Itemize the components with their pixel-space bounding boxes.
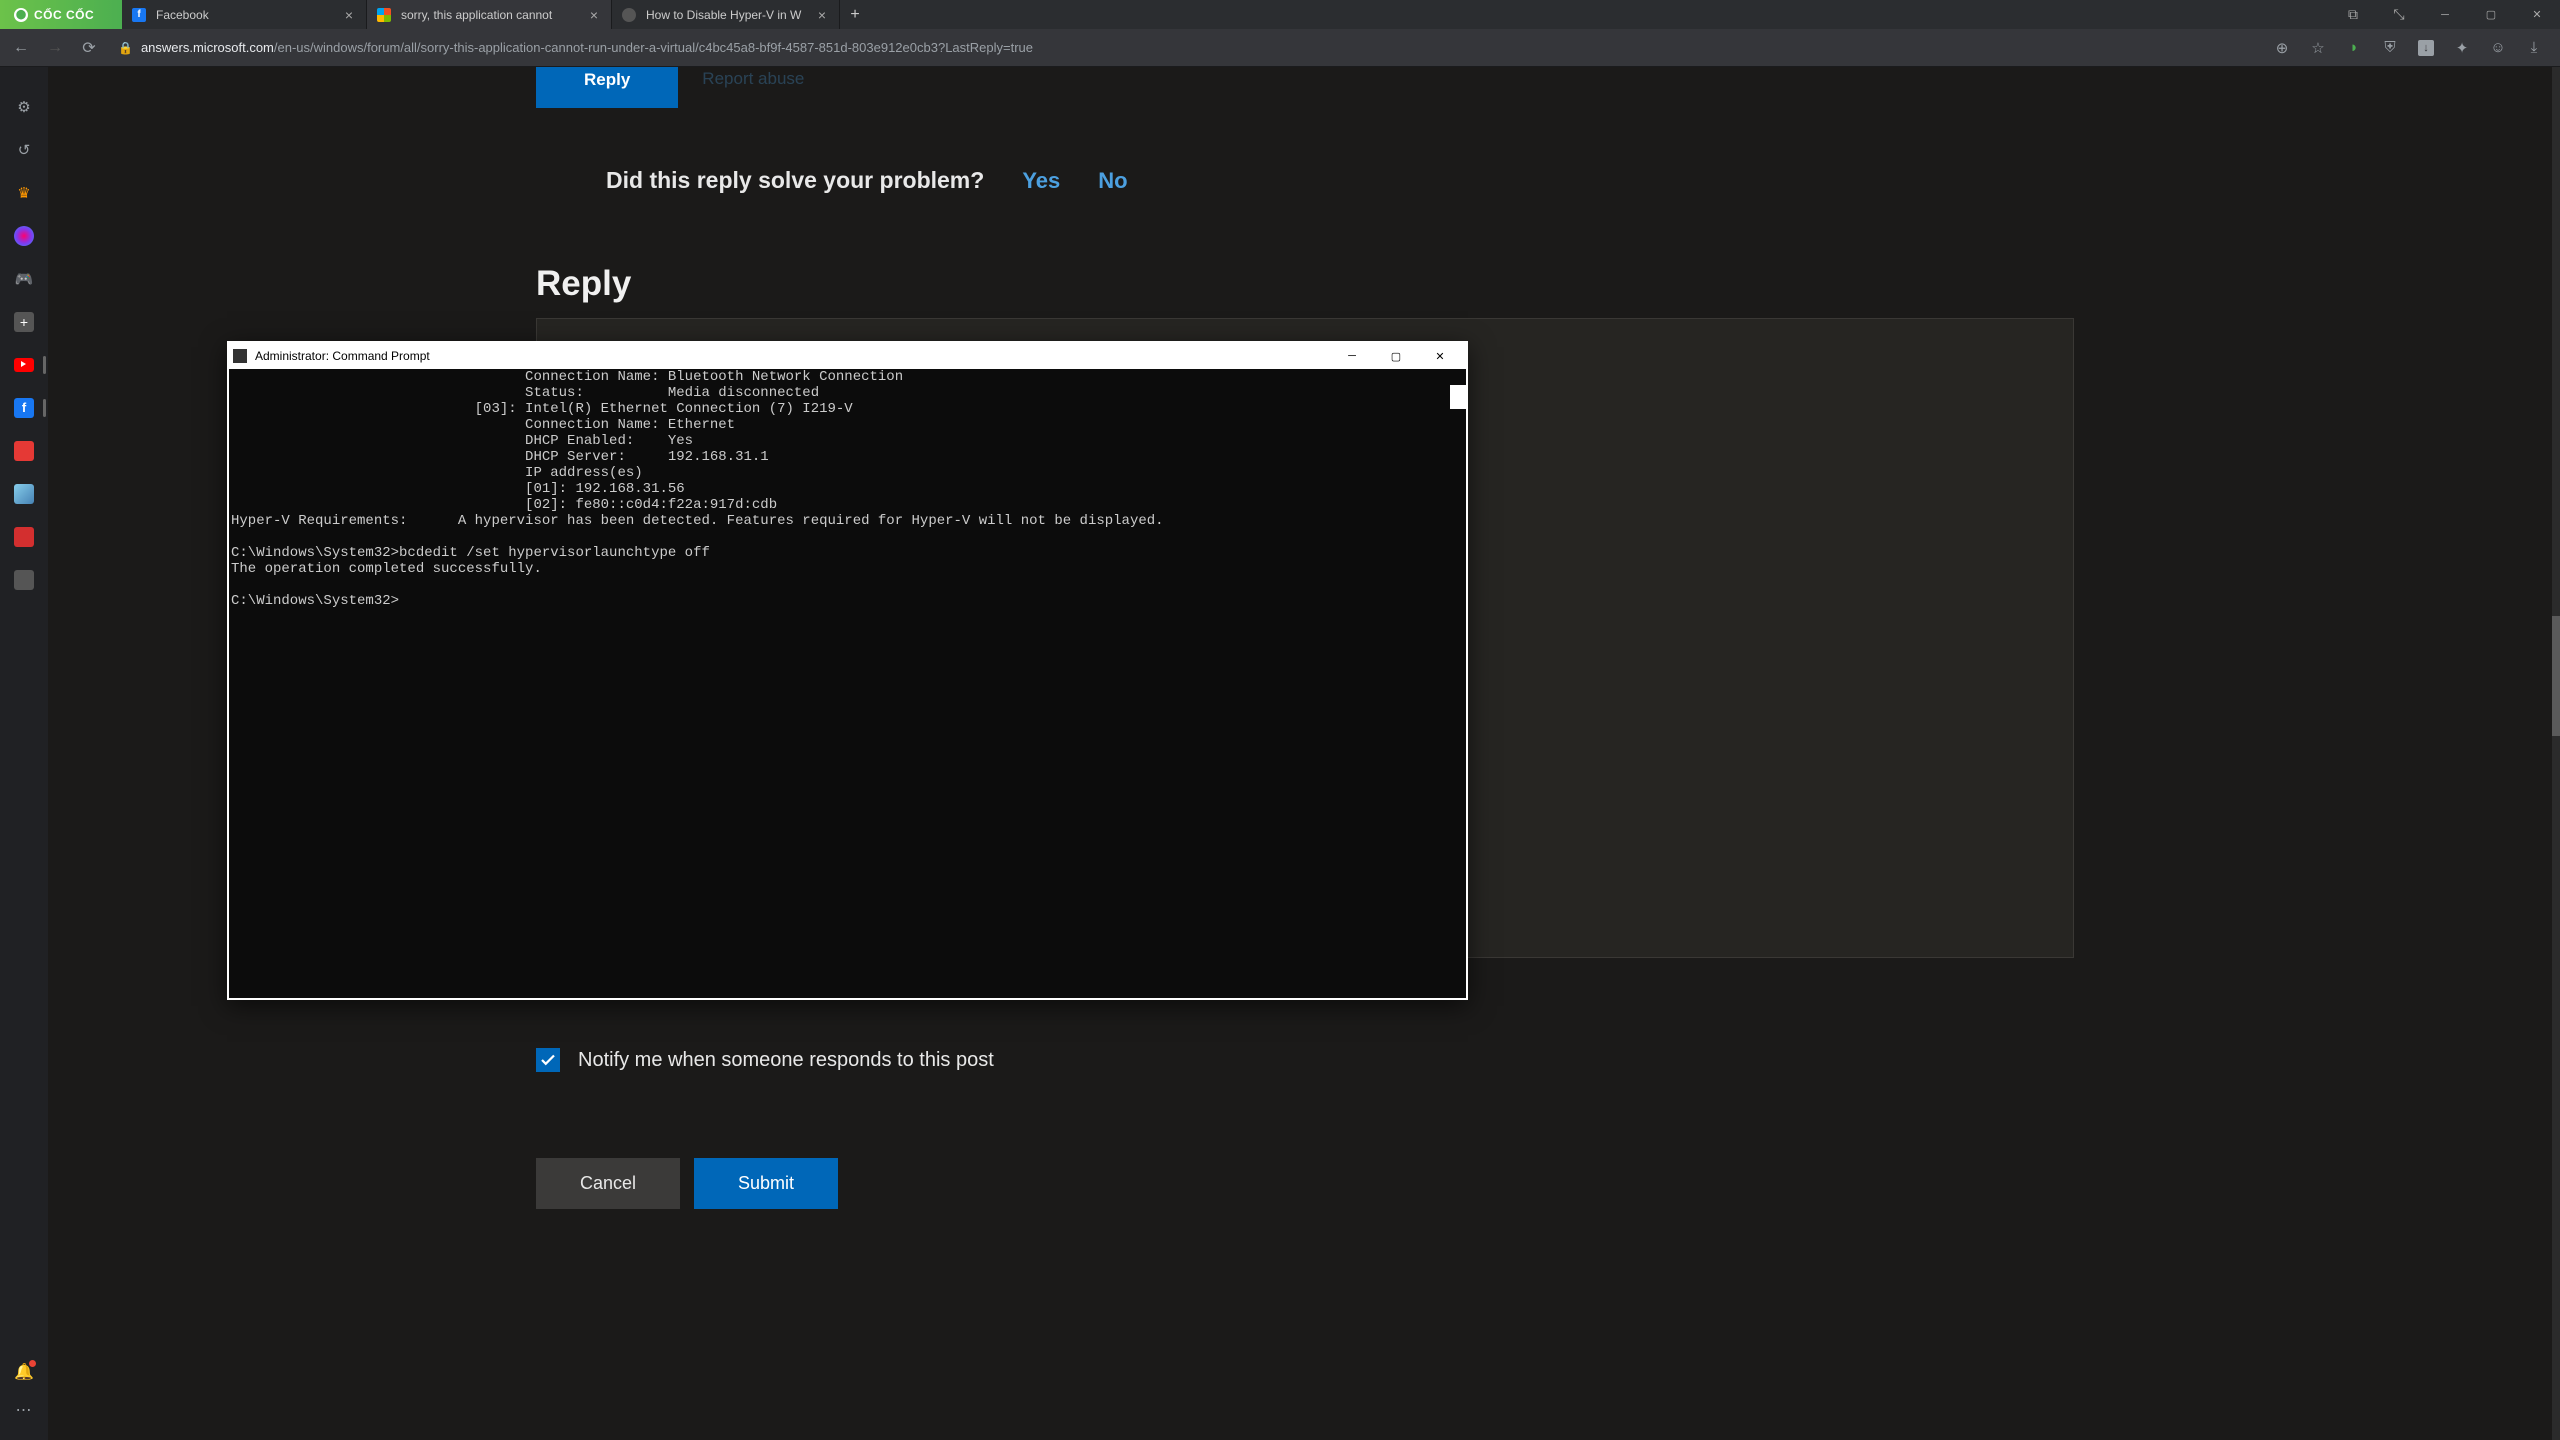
shield-icon[interactable]: ⛨ bbox=[2380, 38, 2400, 58]
downloads-icon[interactable]: ↓ bbox=[2416, 38, 2436, 58]
messenger-icon[interactable] bbox=[12, 224, 36, 248]
url-host: answers.microsoft.com bbox=[141, 40, 274, 55]
bell-icon[interactable]: 🔔 bbox=[14, 1362, 34, 1382]
logo-icon: ⬤ bbox=[14, 8, 28, 22]
site-icon bbox=[622, 8, 636, 22]
feedback-yes-link[interactable]: Yes bbox=[1022, 168, 1060, 194]
back-button[interactable]: ← bbox=[10, 37, 32, 59]
translate-icon[interactable]: ⊕ bbox=[2272, 38, 2292, 58]
cmd-minimize-button[interactable]: ─ bbox=[1330, 345, 1374, 367]
submit-button[interactable]: Submit bbox=[694, 1158, 838, 1209]
app-icon-4[interactable] bbox=[12, 568, 36, 592]
youtube-icon[interactable] bbox=[12, 353, 36, 377]
feedback-no-link[interactable]: No bbox=[1098, 168, 1127, 194]
toolbar-icons: ⊕ ☆ ◗ ⛨ ↓ ✦ ☺ ⤓ bbox=[2272, 38, 2550, 58]
add-panel-button[interactable]: + bbox=[12, 310, 36, 334]
report-abuse-link[interactable]: Report abuse bbox=[702, 69, 804, 89]
feedback-question: Did this reply solve your problem? bbox=[606, 167, 984, 194]
minimize-button[interactable]: ─ bbox=[2422, 0, 2468, 29]
maximize-button[interactable]: ▢ bbox=[2468, 0, 2514, 29]
notify-checkbox[interactable] bbox=[536, 1048, 560, 1072]
cmd-scrollbar[interactable] bbox=[1450, 369, 1466, 998]
notify-label: Notify me when someone responds to this … bbox=[578, 1049, 994, 1072]
tab-title: How to Disable Hyper-V in W bbox=[646, 8, 805, 22]
facebook-panel-icon[interactable]: f bbox=[12, 396, 36, 420]
app-icon-3[interactable] bbox=[12, 525, 36, 549]
address-bar: ← → ⟳ 🔒 answers.microsoft.com/en-us/wind… bbox=[0, 29, 2560, 67]
vertical-scrollbar[interactable] bbox=[2552, 67, 2560, 1440]
command-prompt-window[interactable]: Administrator: Command Prompt ─ ▢ ✕ Conn… bbox=[227, 341, 1468, 1000]
browser-logo[interactable]: ⬤ CỐC CỐC bbox=[0, 0, 122, 29]
cmd-output[interactable]: Connection Name: Bluetooth Network Conne… bbox=[229, 369, 1466, 998]
crown-icon[interactable]: ♛ bbox=[12, 181, 36, 205]
close-icon[interactable]: × bbox=[815, 7, 829, 23]
reply-button[interactable]: Reply bbox=[536, 67, 678, 108]
cmd-text: Connection Name: Bluetooth Network Conne… bbox=[231, 369, 1164, 609]
tab-title: Facebook bbox=[156, 8, 332, 22]
url-path: /en-us/windows/forum/all/sorry-this-appl… bbox=[274, 40, 1033, 55]
download-arrow-icon[interactable]: ⤓ bbox=[2524, 38, 2544, 58]
cast-icon[interactable]: ⧉ bbox=[2330, 0, 2376, 29]
lock-icon: 🔒 bbox=[118, 41, 133, 55]
cmd-scrollbar-thumb[interactable] bbox=[1450, 385, 1466, 409]
profile-icon[interactable]: ☺ bbox=[2488, 38, 2508, 58]
close-icon[interactable]: × bbox=[587, 7, 601, 23]
window-controls: ⧉ ⤡ ─ ▢ ✕ bbox=[2330, 0, 2560, 29]
restore-down-icon[interactable]: ⤡ bbox=[2376, 0, 2422, 29]
tab-title: sorry, this application cannot bbox=[401, 8, 577, 22]
extensions-icon[interactable]: ✦ bbox=[2452, 38, 2472, 58]
reply-heading: Reply bbox=[536, 234, 2074, 318]
close-icon[interactable]: × bbox=[342, 7, 356, 23]
cmd-close-button[interactable]: ✕ bbox=[1418, 345, 1462, 367]
bookmark-icon[interactable]: ☆ bbox=[2308, 38, 2328, 58]
gear-icon[interactable]: ⚙ bbox=[12, 95, 36, 119]
tab-strip: f Facebook × sorry, this application can… bbox=[122, 0, 2330, 29]
left-sidebar: ⚙ ↺ ♛ 🎮 + f 🔔 ⋯ bbox=[0, 67, 48, 1440]
tab-ms-answers[interactable]: sorry, this application cannot × bbox=[367, 0, 612, 29]
cancel-button[interactable]: Cancel bbox=[536, 1158, 680, 1209]
tab-facebook[interactable]: f Facebook × bbox=[122, 0, 367, 29]
more-icon[interactable]: ⋯ bbox=[15, 1400, 32, 1420]
cmd-maximize-button[interactable]: ▢ bbox=[1374, 345, 1418, 367]
url-input[interactable]: 🔒 answers.microsoft.com/en-us/windows/fo… bbox=[112, 40, 2260, 55]
browser-titlebar: ⬤ CỐC CỐC f Facebook × sorry, this appli… bbox=[0, 0, 2560, 29]
forward-button[interactable]: → bbox=[44, 37, 66, 59]
dark-mode-icon[interactable]: ◗ bbox=[2344, 38, 2364, 58]
microsoft-icon bbox=[377, 8, 391, 22]
check-icon bbox=[539, 1051, 557, 1069]
gamepad-icon[interactable]: 🎮 bbox=[12, 267, 36, 291]
cmd-titlebar[interactable]: Administrator: Command Prompt ─ ▢ ✕ bbox=[229, 343, 1466, 369]
facebook-icon: f bbox=[132, 8, 146, 22]
scrollbar-thumb[interactable] bbox=[2552, 616, 2560, 736]
app-icon-2[interactable] bbox=[12, 482, 36, 506]
cmd-icon bbox=[233, 349, 247, 363]
tab-hyperv-guide[interactable]: How to Disable Hyper-V in W × bbox=[612, 0, 840, 29]
close-window-button[interactable]: ✕ bbox=[2514, 0, 2560, 29]
logo-text: CỐC CỐC bbox=[34, 8, 94, 22]
app-icon-1[interactable] bbox=[12, 439, 36, 463]
cmd-title-text: Administrator: Command Prompt bbox=[255, 349, 1322, 363]
new-tab-button[interactable]: + bbox=[840, 0, 870, 29]
reload-button[interactable]: ⟳ bbox=[78, 37, 100, 59]
history-icon[interactable]: ↺ bbox=[12, 138, 36, 162]
